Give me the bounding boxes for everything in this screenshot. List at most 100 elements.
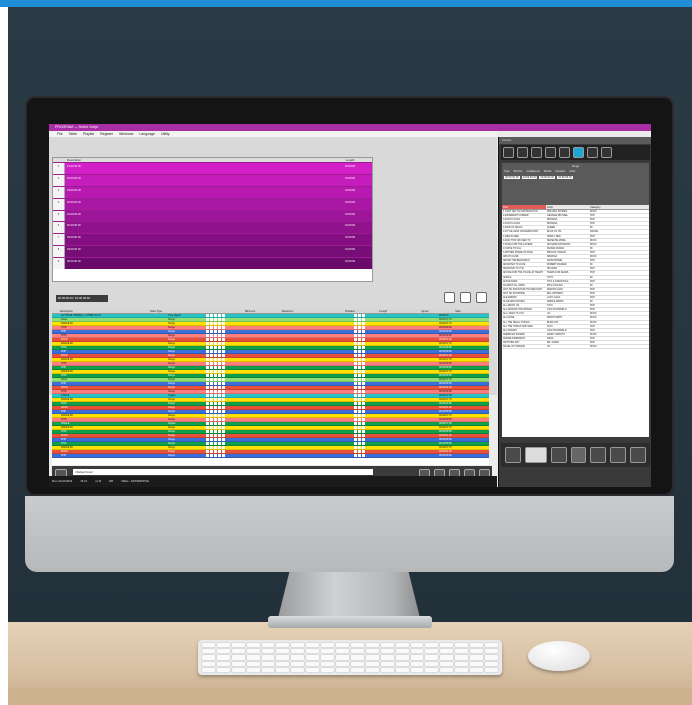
flag-checkbox[interactable] (206, 402, 209, 405)
filter-option[interactable]: Artist (569, 170, 575, 173)
flag-checkbox[interactable] (214, 414, 217, 417)
flag-checkbox[interactable] (210, 350, 213, 353)
option-checkbox[interactable] (354, 314, 357, 317)
flag-checkbox[interactable] (218, 362, 221, 365)
flag-checkbox[interactable] (210, 430, 213, 433)
flag-checkbox[interactable] (214, 382, 217, 385)
flag-checkbox[interactable] (206, 318, 209, 321)
flag-checkbox[interactable] (222, 350, 225, 353)
flag-checkbox[interactable] (214, 366, 217, 369)
option-checkbox[interactable] (362, 318, 365, 321)
option-checkbox[interactable] (354, 450, 357, 453)
flag-checkbox[interactable] (218, 386, 221, 389)
flag-checkbox[interactable] (222, 454, 225, 457)
hour-table-row[interactable]: 3 23.00.00.00 01:00:00 (53, 185, 372, 198)
option-checkbox[interactable] (358, 326, 361, 329)
search-icon[interactable] (505, 447, 521, 463)
flag-checkbox[interactable] (214, 370, 217, 373)
flag-checkbox[interactable] (214, 418, 217, 421)
flag-checkbox[interactable] (206, 358, 209, 361)
flag-checkbox[interactable] (214, 434, 217, 437)
option-checkbox[interactable] (358, 454, 361, 457)
option-checkbox[interactable] (358, 378, 361, 381)
option-checkbox[interactable] (362, 366, 365, 369)
flag-checkbox[interactable] (210, 442, 213, 445)
hour-table-row[interactable]: 2 22.00.00.00 01:00:00 (53, 173, 372, 186)
flag-checkbox[interactable] (222, 410, 225, 413)
option-checkbox[interactable] (354, 370, 357, 373)
flag-checkbox[interactable] (210, 434, 213, 437)
option-checkbox[interactable] (354, 350, 357, 353)
flag-checkbox[interactable] (218, 446, 221, 449)
flag-checkbox[interactable] (222, 354, 225, 357)
flag-checkbox[interactable] (222, 446, 225, 449)
option-checkbox[interactable] (362, 334, 365, 337)
option-checkbox[interactable] (362, 446, 365, 449)
flag-checkbox[interactable] (210, 314, 213, 317)
flag-checkbox[interactable] (210, 374, 213, 377)
flag-checkbox[interactable] (214, 318, 217, 321)
option-checkbox[interactable] (358, 342, 361, 345)
flag-checkbox[interactable] (218, 342, 221, 345)
flag-checkbox[interactable] (214, 398, 217, 401)
filter-option[interactable]: Rhythm (514, 170, 523, 173)
option-checkbox[interactable] (358, 366, 361, 369)
flag-checkbox[interactable] (210, 422, 213, 425)
option-checkbox[interactable] (358, 346, 361, 349)
option-checkbox[interactable] (358, 450, 361, 453)
settings-icon[interactable] (476, 292, 487, 303)
flag-checkbox[interactable] (222, 374, 225, 377)
flag-checkbox[interactable] (206, 406, 209, 409)
option-checkbox[interactable] (362, 418, 365, 421)
option-checkbox[interactable] (358, 402, 361, 405)
flag-checkbox[interactable] (210, 390, 213, 393)
option-checkbox[interactable] (362, 350, 365, 353)
flag-checkbox[interactable] (210, 410, 213, 413)
option-checkbox[interactable] (354, 354, 357, 357)
option-checkbox[interactable] (358, 434, 361, 437)
option-checkbox[interactable] (354, 326, 357, 329)
filter-date-field[interactable]: 00:00:00.00 (504, 176, 520, 179)
song-header-category[interactable]: Category (589, 205, 649, 209)
flag-checkbox[interactable] (222, 342, 225, 345)
option-checkbox[interactable] (354, 446, 357, 449)
flag-checkbox[interactable] (206, 438, 209, 441)
flag-checkbox[interactable] (214, 422, 217, 425)
option-checkbox[interactable] (362, 430, 365, 433)
flag-checkbox[interactable] (222, 362, 225, 365)
flag-checkbox[interactable] (206, 370, 209, 373)
hour-table-row[interactable]: 6 02.00.00.00 01:00:00 (53, 221, 372, 234)
flag-checkbox[interactable] (222, 450, 225, 453)
flag-checkbox[interactable] (206, 446, 209, 449)
flag-checkbox[interactable] (218, 410, 221, 413)
flag-checkbox[interactable] (218, 406, 221, 409)
flag-checkbox[interactable] (214, 390, 217, 393)
flag-checkbox[interactable] (214, 326, 217, 329)
grid-row[interactable]: POP Songs 00:03:59.50 (52, 454, 489, 458)
option-checkbox[interactable] (362, 338, 365, 341)
filter-date-field[interactable]: 23:59:59.00 (557, 176, 573, 179)
flag-checkbox[interactable] (222, 386, 225, 389)
flag-checkbox[interactable] (218, 422, 221, 425)
flag-checkbox[interactable] (218, 418, 221, 421)
flag-checkbox[interactable] (214, 378, 217, 381)
hour-table-row[interactable]: 9 05.00.00.00 01:00:00 (53, 257, 372, 270)
flag-checkbox[interactable] (218, 394, 221, 397)
flag-checkbox[interactable] (206, 422, 209, 425)
flag-checkbox[interactable] (206, 334, 209, 337)
option-checkbox[interactable] (358, 338, 361, 341)
flag-checkbox[interactable] (222, 406, 225, 409)
option-checkbox[interactable] (362, 434, 365, 437)
flag-checkbox[interactable] (206, 378, 209, 381)
flag-checkbox[interactable] (210, 394, 213, 397)
option-checkbox[interactable] (358, 358, 361, 361)
flag-checkbox[interactable] (206, 346, 209, 349)
flag-checkbox[interactable] (210, 446, 213, 449)
option-checkbox[interactable] (354, 430, 357, 433)
hour-table-row[interactable]: 1 21.00.00.00 01:00:00 (53, 162, 372, 174)
flag-checkbox[interactable] (214, 446, 217, 449)
option-checkbox[interactable] (354, 422, 357, 425)
option-checkbox[interactable] (354, 410, 357, 413)
option-checkbox[interactable] (358, 418, 361, 421)
flag-checkbox[interactable] (214, 338, 217, 341)
